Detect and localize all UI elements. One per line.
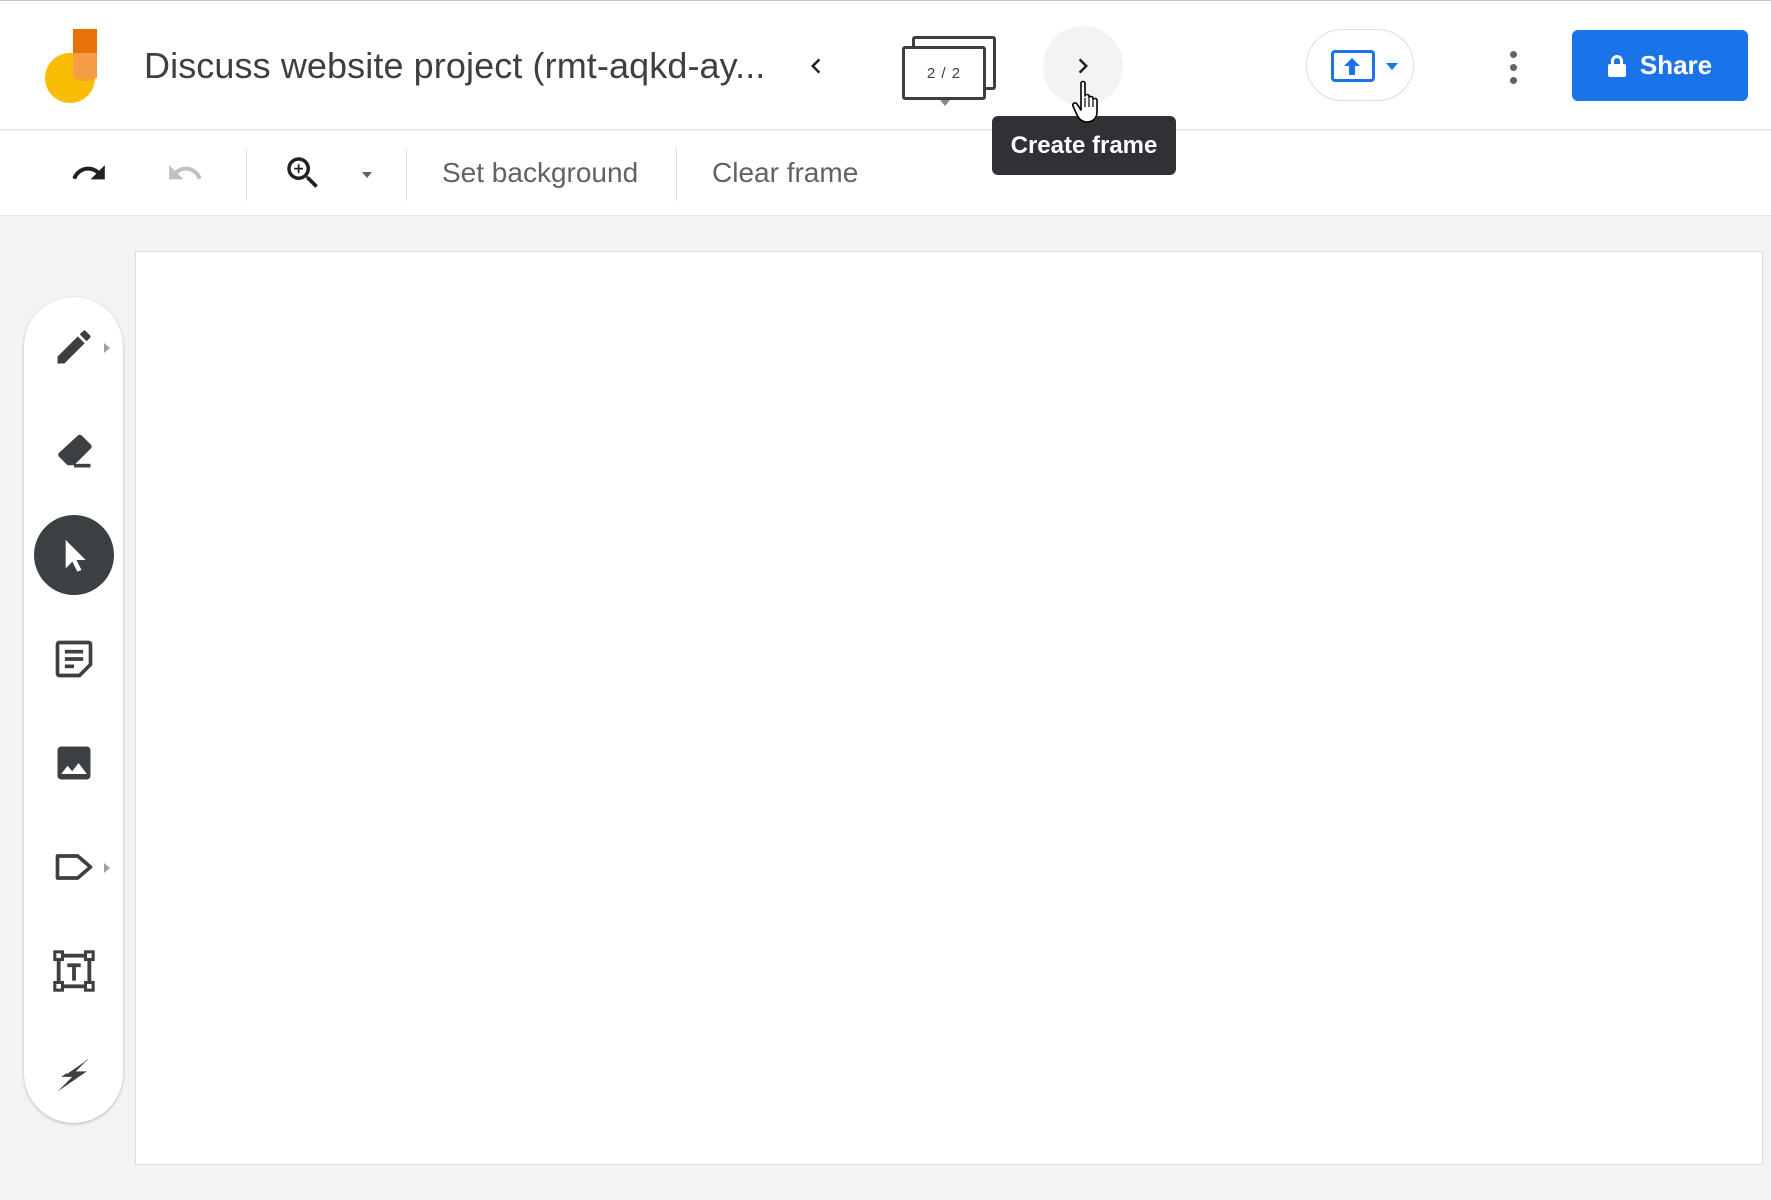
zoom-dropdown-caret[interactable] <box>362 172 372 178</box>
hand-pointer-cursor <box>1072 80 1098 123</box>
chevron-down-icon <box>1386 63 1398 70</box>
more-vert-dot <box>1509 76 1517 84</box>
whiteboard-canvas[interactable] <box>135 251 1763 1165</box>
toolbar-divider <box>406 149 407 201</box>
redo-button[interactable] <box>160 148 210 198</box>
text-box-icon <box>53 950 95 992</box>
toolbar-divider <box>676 149 677 201</box>
pointer-icon <box>65 540 86 572</box>
jamboard-app: Discuss website project (rmt-aqkd-ay... … <box>0 0 1771 1200</box>
more-vert-dot <box>1509 50 1517 58</box>
eraser-icon <box>58 434 92 468</box>
sticky-note-tool[interactable] <box>34 619 114 699</box>
present-button[interactable] <box>1306 29 1414 101</box>
arrow-up-icon <box>1344 58 1360 75</box>
lock-icon <box>1607 54 1626 77</box>
chevron-right-icon <box>1078 58 1088 74</box>
header-bar: Discuss website project (rmt-aqkd-ay... … <box>0 1 1771 130</box>
chevron-down-icon <box>940 100 950 106</box>
share-button[interactable]: Share <box>1572 30 1748 101</box>
image-tool[interactable] <box>34 723 114 803</box>
toolbar: Set background Clear frame <box>0 131 1771 216</box>
previous-frame-button[interactable] <box>776 26 856 106</box>
zoom-button[interactable] <box>278 148 328 198</box>
clear-frame-button[interactable]: Clear frame <box>712 153 858 193</box>
shape-icon <box>55 854 93 880</box>
pen-icon <box>57 330 91 364</box>
create-frame-tooltip: Create frame <box>992 116 1176 175</box>
jamboard-logo[interactable] <box>42 29 102 105</box>
text-box-tool[interactable] <box>34 931 114 1011</box>
set-background-button[interactable]: Set background <box>442 153 638 193</box>
pen-tool[interactable] <box>34 307 114 387</box>
laser-tool[interactable] <box>34 1035 114 1115</box>
frame-bar-toggle[interactable]: 2 / 2 <box>900 31 1000 109</box>
chevron-left-icon <box>811 58 821 74</box>
frame-counter-label: 2 / 2 <box>902 46 986 100</box>
undo-icon <box>72 165 105 180</box>
undo-button[interactable] <box>64 148 114 198</box>
select-tool[interactable] <box>34 515 114 595</box>
share-label: Share <box>1639 50 1713 80</box>
eraser-tool[interactable] <box>34 411 114 491</box>
sticky-note-icon <box>55 640 93 678</box>
more-vert-dot <box>1509 63 1517 71</box>
zoom-in-icon <box>287 157 318 188</box>
toolbar-divider <box>246 149 247 201</box>
submenu-caret <box>104 343 110 353</box>
more-options-button[interactable] <box>1488 37 1538 97</box>
image-icon <box>57 746 91 780</box>
shape-tool[interactable] <box>34 827 114 907</box>
redo-icon <box>169 165 202 180</box>
submenu-caret <box>104 863 110 873</box>
laser-icon <box>57 1058 89 1092</box>
document-title[interactable]: Discuss website project (rmt-aqkd-ay... <box>144 45 765 87</box>
tool-rail <box>24 297 123 1123</box>
